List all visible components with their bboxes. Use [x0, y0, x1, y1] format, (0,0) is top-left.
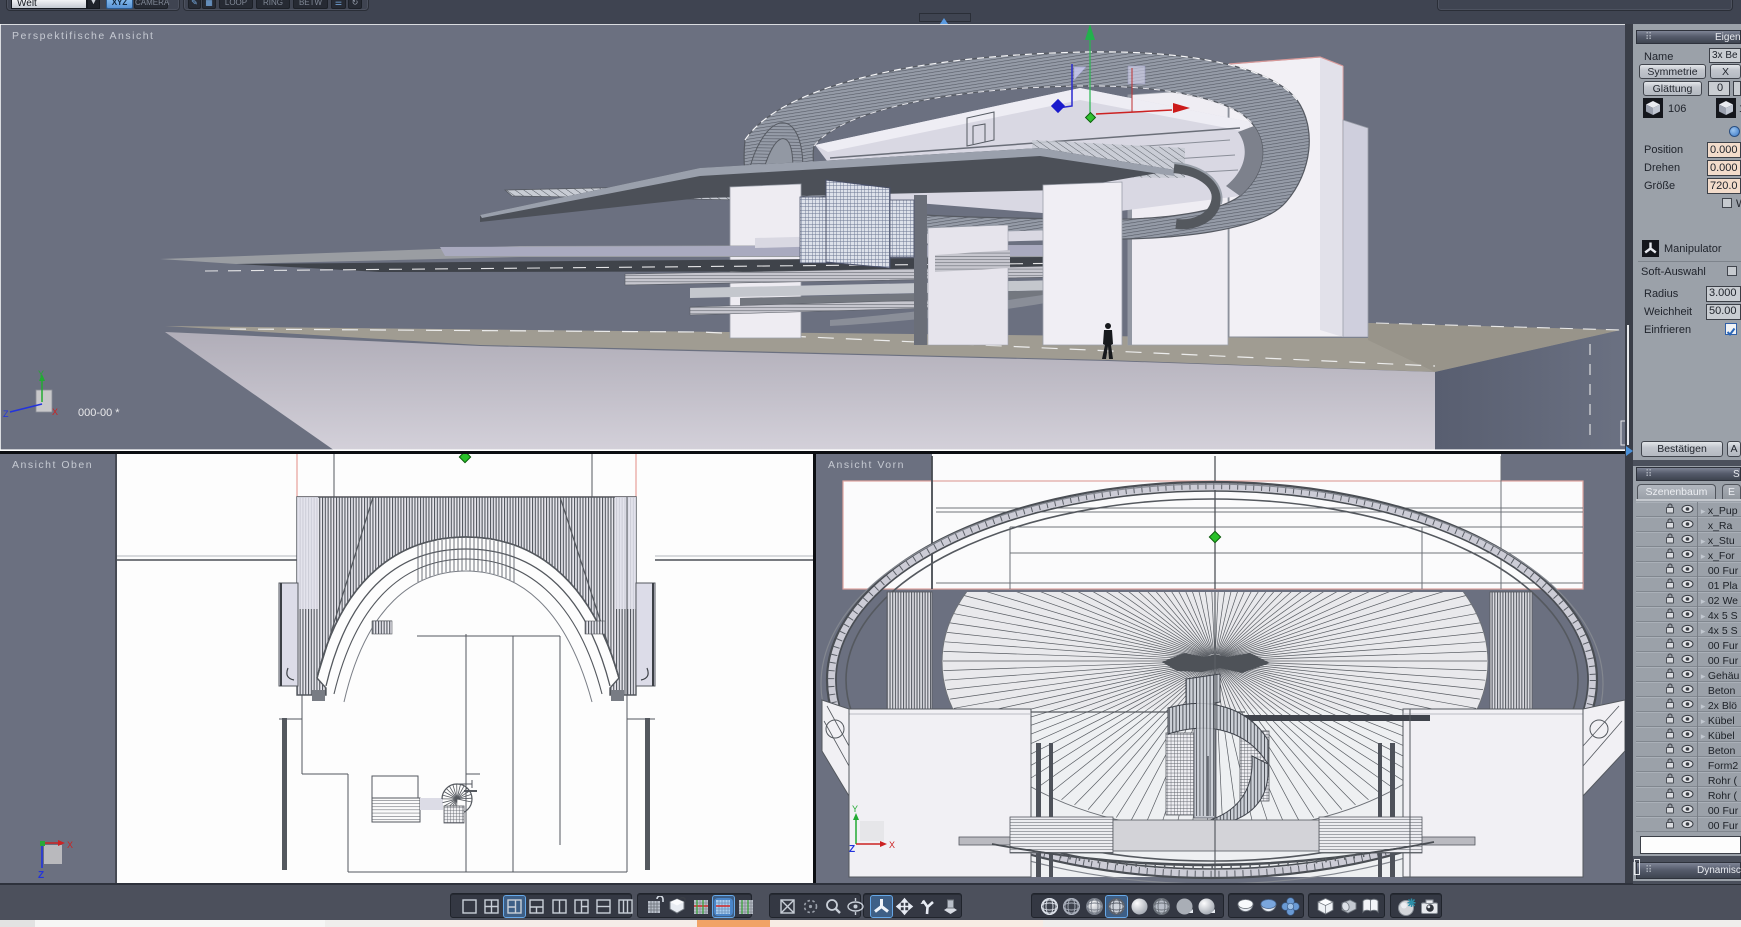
- svg-text:X: X: [67, 840, 73, 850]
- svg-text:Z: Z: [3, 409, 9, 419]
- svg-text:Z: Z: [849, 844, 855, 855]
- svg-text:X: X: [889, 840, 895, 850]
- svg-text:Ansicht Vorn: Ansicht Vorn: [828, 459, 905, 471]
- svg-text:Y: Y: [38, 369, 44, 379]
- svg-text:X: X: [52, 407, 58, 417]
- svg-text:Y: Y: [852, 804, 858, 814]
- svg-text:000-00 *: 000-00 *: [78, 407, 120, 419]
- svg-text:Z: Z: [38, 870, 44, 881]
- svg-text:Perspektifische Ansicht: Perspektifische Ansicht: [12, 30, 154, 42]
- svg-text:Ansicht Oben: Ansicht Oben: [12, 459, 93, 471]
